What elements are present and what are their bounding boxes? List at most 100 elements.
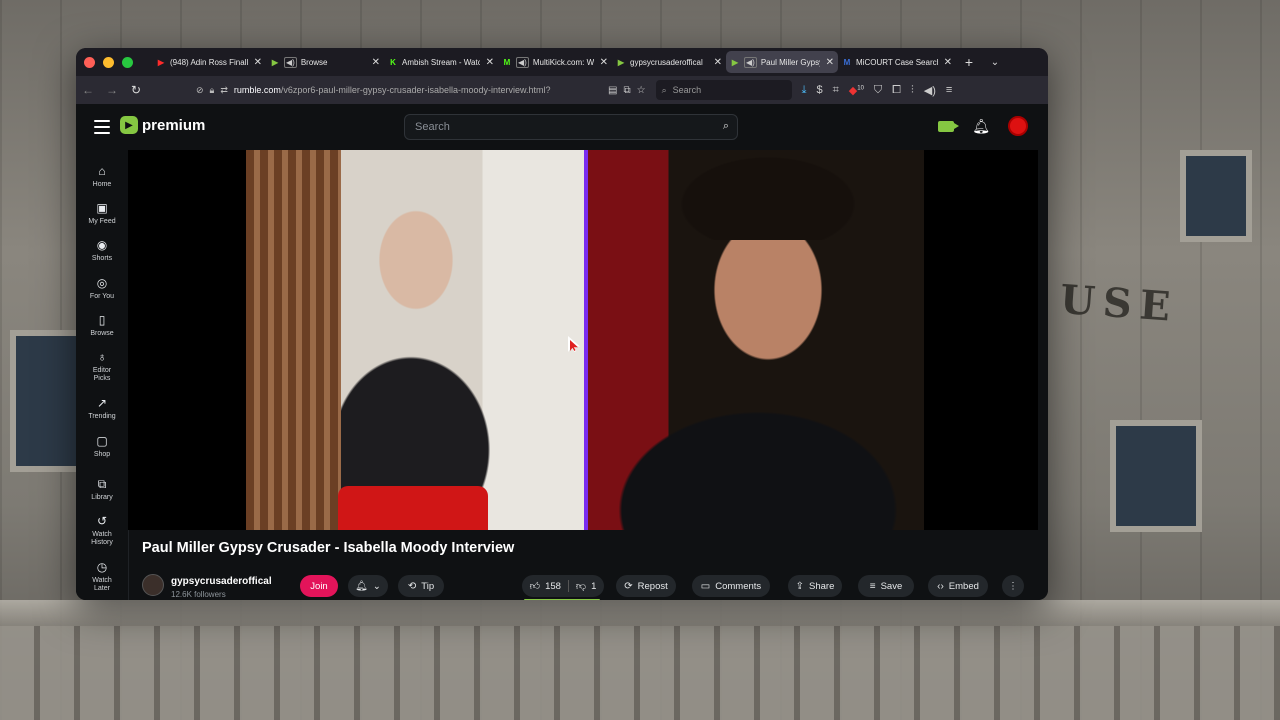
sidebar-item-library[interactable]: ⧉ Library (76, 477, 128, 502)
rumble-logo[interactable]: ▶ premium (120, 116, 205, 134)
reload-icon[interactable]: ↻ (124, 83, 148, 97)
notifications-dropdown-button[interactable]: 🔔︎ ⌄ (348, 575, 388, 597)
bell-icon: 🔔︎ (355, 580, 368, 592)
tab-youtube[interactable]: ▶ (948) Adin Ross Finall ✕ (152, 51, 266, 73)
repost-label: Repost (637, 580, 668, 592)
tab-ambish-stream[interactable]: K Ambish Stream - Watc ✕ (384, 51, 498, 73)
extensions-icon[interactable]: ⧠ (892, 84, 901, 97)
back-icon[interactable]: ← (76, 83, 100, 97)
thumbs-up-icon[interactable]: 👍︎ (530, 580, 540, 592)
logo-text: premium (142, 116, 206, 134)
join-button[interactable]: Join (300, 575, 338, 597)
sidebar-item-watch-history[interactable]: ↺ Watch History (76, 514, 128, 547)
user-avatar[interactable] (1008, 116, 1028, 136)
playlist-add-icon: ≡ (869, 580, 876, 592)
download-icon[interactable]: ⤓ (802, 84, 807, 97)
go-live-camera-icon[interactable] (938, 120, 960, 132)
close-tab-icon[interactable]: ✕ (486, 57, 494, 68)
minimize-window-button[interactable] (103, 56, 114, 68)
window-controls (76, 56, 152, 68)
tab-list-chevron-icon[interactable]: ⌄ (982, 57, 1008, 68)
tab-micourt[interactable]: M MiCOURT Case Search ✕ (838, 51, 956, 73)
sidebar-item-home[interactable]: ⌂ Home (76, 164, 128, 189)
maximize-window-button[interactable] (122, 56, 133, 68)
target-icon: ◎ (96, 276, 108, 290)
ublock-icon[interactable]: ◆10 (849, 84, 864, 97)
site-search-input[interactable]: Search ⌕ (404, 114, 738, 140)
url-path: /v6zpor6-paul-miller-gypsy-crusader-isab… (280, 85, 551, 95)
sidebar-item-trending[interactable]: ↗ Trending (76, 396, 128, 421)
tab-title: gypsycrusaderoffical (630, 57, 703, 67)
sidebar-item-shorts[interactable]: ◉ Shorts (76, 238, 128, 263)
vote-ratio-bar (524, 599, 600, 600)
sidebar-item-for-you[interactable]: ◎ For You (76, 276, 128, 301)
sidebar-item-browse[interactable]: ▯ Browse (76, 313, 128, 338)
hamburger-menu-icon[interactable] (94, 120, 110, 138)
video-player[interactable] (128, 150, 1038, 530)
tab-bar: ▶ (948) Adin Ross Finall ✕ ▶ ◀) Browse ✕… (76, 48, 1048, 76)
bookmark-star-icon[interactable]: ☆ (637, 85, 646, 96)
permissions-icon[interactable]: ⇄ (220, 85, 228, 96)
picture-in-picture-icon[interactable]: ⧉ (623, 85, 630, 96)
close-tab-icon[interactable]: ✕ (944, 57, 952, 68)
search-icon[interactable]: ⌕ (723, 120, 729, 133)
embed-label: Embed (948, 580, 979, 592)
tab-browse[interactable]: ▶ ◀) Browse ✕ (266, 51, 384, 73)
sidebar-item-label: Shorts (91, 255, 113, 262)
embed-button[interactable]: ‹› Embed (928, 575, 988, 597)
award-icon: ♁ (97, 350, 107, 364)
vote-button-group: 👍︎ 158 👎︎ 1 (522, 575, 604, 597)
shield-extension-icon[interactable]: ⛉ (874, 84, 882, 97)
repost-button[interactable]: ⟳ Repost (616, 575, 676, 597)
channel-name[interactable]: gypsycrusaderoffical (171, 576, 272, 587)
trending-icon: ↗ (96, 396, 108, 410)
speaker-muted-icon[interactable]: ◀) (516, 56, 529, 68)
notifications-bell-icon[interactable]: 🔔︎ (972, 118, 990, 135)
speaker-muted-icon[interactable]: ◀) (284, 56, 297, 68)
close-tab-icon[interactable]: ✕ (254, 57, 262, 68)
speaker-icon[interactable]: ◀) (744, 56, 757, 68)
close-window-button[interactable] (84, 56, 95, 68)
close-tab-icon[interactable]: ✕ (600, 57, 608, 68)
dislike-count[interactable]: 1 (591, 581, 596, 592)
forward-icon[interactable]: → (100, 83, 124, 97)
lock-icon[interactable]: 🔒︎ (210, 85, 215, 96)
new-tab-icon[interactable]: + (956, 54, 982, 70)
reader-view-icon[interactable]: ▤ (608, 85, 617, 96)
tab-title: Ambish Stream - Watc (402, 57, 480, 67)
search-placeholder: Search (672, 85, 702, 95)
tip-button[interactable]: ⟲ Tip (398, 575, 444, 597)
rumble-icon: ▶ (271, 57, 279, 67)
youtube-icon: ▶ (157, 57, 165, 67)
close-tab-icon[interactable]: ✕ (372, 57, 380, 68)
volume-icon[interactable]: ◀) (924, 84, 936, 97)
sidebar-item-my-feed[interactable]: ▣ My Feed (76, 201, 128, 226)
more-options-button[interactable]: ⋮ (1002, 575, 1024, 597)
browser-search-input[interactable]: ⌕ Search (655, 80, 792, 100)
equalizer-icon[interactable]: ⫶ (911, 84, 914, 97)
close-tab-icon[interactable]: ✕ (826, 57, 834, 68)
like-count[interactable]: 158 (545, 581, 561, 592)
tracking-protection-icon[interactable]: ⊘ (196, 85, 204, 96)
sidebar: ⌂ Home ▣ My Feed ◉ Shorts ◎ For You ▯ Br… (76, 150, 129, 600)
close-tab-icon[interactable]: ✕ (714, 57, 722, 68)
channel-avatar[interactable] (142, 574, 164, 596)
thumbs-down-icon[interactable]: 👎︎ (576, 580, 586, 592)
menu-icon[interactable]: ≡ (946, 84, 952, 96)
tab-paul-miller[interactable]: ▶ ◀) Paul Miller Gypsy C ✕ (726, 51, 838, 73)
micourt-icon: M (843, 57, 851, 67)
tab-multikick[interactable]: M ◀) MultiKick.com: Wa ✕ (498, 51, 612, 73)
video-actions-row: gypsycrusaderoffical 12.6K followers Joi… (142, 569, 1040, 600)
dollar-extension-icon[interactable]: $ (816, 84, 822, 96)
sidebar-item-shop[interactable]: ▢ Shop (76, 434, 128, 459)
vote-separator (567, 580, 569, 592)
background-window (10, 330, 82, 472)
tab-gypsycrusader[interactable]: ▶ gypsycrusaderoffical ✕ (612, 51, 726, 73)
share-button[interactable]: ⇪ Share (788, 575, 842, 597)
save-button[interactable]: ≡ Save (858, 575, 914, 597)
crop-extension-icon[interactable]: ⌗ (833, 84, 839, 97)
sidebar-item-watch-later[interactable]: ◷ Watch Later (76, 560, 128, 593)
sidebar-item-editor-picks[interactable]: ♁ Editor Picks (76, 350, 128, 383)
url-bar[interactable]: ⊘ 🔒︎ ⇄ rumble.com/v6zpor6-paul-miller-gy… (196, 79, 602, 101)
comments-button[interactable]: ▭ Comments (692, 575, 770, 597)
